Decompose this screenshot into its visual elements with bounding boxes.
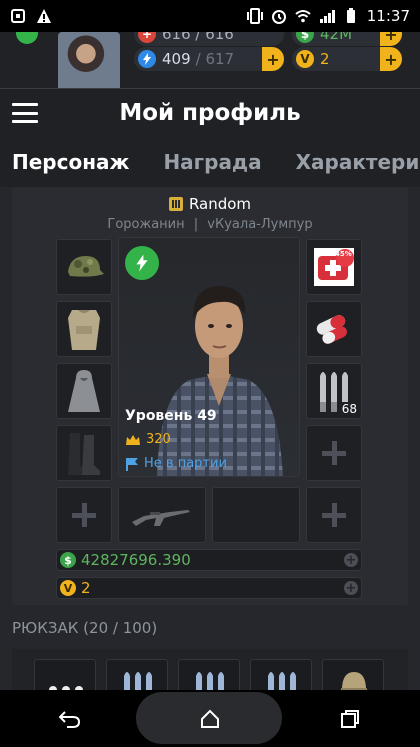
cloak-icon	[68, 370, 100, 412]
vip-icon: V	[60, 580, 76, 596]
signal-icon	[319, 10, 335, 23]
add-energy-button[interactable]: +	[262, 47, 284, 71]
flag-icon	[126, 457, 138, 471]
page-title: Мой профиль	[119, 100, 301, 126]
add-vip-button[interactable]: +	[344, 581, 358, 595]
slot-empty-left[interactable]	[56, 487, 112, 543]
slot-empty-right-2[interactable]	[306, 487, 362, 543]
character-portrait: Уровень 49 320 Не в партии	[118, 237, 300, 477]
gang-icon	[168, 197, 183, 211]
slot-medkit[interactable]: 45%	[306, 239, 362, 295]
pills-icon	[316, 315, 347, 344]
dollar-icon: $	[296, 32, 314, 43]
alarm-icon	[271, 10, 286, 24]
vip-row: V 2 +	[56, 577, 362, 599]
slot-body[interactable]	[56, 301, 112, 357]
dollar-icon: $	[60, 552, 76, 568]
hamburger-icon[interactable]	[12, 103, 38, 123]
vip-icon: V	[296, 50, 314, 68]
level-badge	[16, 32, 38, 44]
vip-value: 2	[81, 579, 91, 597]
tab-character[interactable]: Персонаж	[12, 150, 129, 174]
money-value: 42827696.390	[81, 551, 191, 569]
body-armor-icon	[68, 310, 100, 350]
home-icon	[201, 709, 219, 728]
slot-weapon-primary[interactable]	[118, 487, 206, 543]
medkit-badge: 45%	[335, 250, 352, 258]
player-name-row: Random	[12, 195, 408, 213]
rifle-icon	[132, 510, 190, 526]
camo-cap-icon	[68, 256, 104, 277]
wifi-icon	[295, 10, 311, 23]
character-content: Random Горожанин | vКуала-Лумпур Уровень…	[12, 187, 408, 605]
add-money-button[interactable]: +	[344, 553, 358, 567]
recents-button[interactable]	[335, 704, 365, 734]
back-button[interactable]	[55, 704, 85, 734]
warning-icon	[37, 9, 51, 23]
health-pill: + 616 / 616	[134, 32, 284, 46]
slot-cloak[interactable]	[56, 363, 112, 419]
profile-panel: Мой профиль Персонаж Награда Характерист…	[0, 88, 420, 701]
game-top-bar: + 616 / 616 $ 42M + 409 / 617 + V 2 +	[0, 32, 420, 94]
player-level: Уровень 49	[125, 408, 217, 424]
add-vip-button[interactable]: +	[380, 47, 402, 71]
add-cash-button[interactable]: +	[380, 32, 402, 46]
party-status[interactable]: Не в партии	[125, 456, 227, 471]
notification-icon	[11, 9, 25, 23]
avatar[interactable]	[58, 32, 120, 94]
player-subtitle: Горожанин | vКуала-Лумпур	[107, 217, 313, 232]
boots-icon	[68, 433, 100, 475]
tab-reward[interactable]: Награда	[163, 150, 261, 174]
crown-icon	[126, 434, 140, 445]
lightning-icon	[138, 50, 156, 68]
crown-count: 320	[125, 432, 171, 447]
player-name: Random	[188, 195, 252, 213]
tab-stats[interactable]: Характеристи	[296, 150, 420, 174]
slot-weapon-secondary[interactable]	[212, 487, 300, 543]
backpack-title: РЮКЗАК (20 / 100)	[12, 619, 158, 637]
screen: { "status_bar": { "time": "11:37" }, "to…	[0, 0, 420, 747]
health-icon: +	[138, 32, 156, 43]
battery-icon	[346, 8, 355, 23]
money-row: $ 42827696.390 +	[56, 549, 362, 571]
navigation-bar	[0, 690, 420, 747]
slot-boots[interactable]	[56, 425, 112, 481]
lightning-icon[interactable]	[125, 246, 159, 280]
back-icon	[59, 710, 81, 728]
vibrate-icon	[246, 8, 263, 24]
vip-pill: V 2 +	[292, 47, 402, 71]
status-bar: 11:37	[0, 0, 420, 32]
panel-header: Мой профиль	[0, 89, 420, 137]
cash-pill: $ 42M +	[292, 32, 402, 46]
home-button[interactable]	[195, 704, 225, 734]
slot-head[interactable]	[56, 239, 112, 295]
recents-icon	[341, 709, 359, 728]
slot-pills[interactable]	[306, 301, 362, 357]
slot-ammo[interactable]: 68	[306, 363, 362, 419]
energy-pill: 409 / 617 +	[134, 47, 284, 71]
ammo-count: 68	[339, 402, 359, 416]
tab-bar: Персонаж Награда Характеристи	[0, 137, 420, 187]
status-time: 11:37	[366, 7, 410, 25]
slot-empty-right-1[interactable]	[306, 425, 362, 481]
